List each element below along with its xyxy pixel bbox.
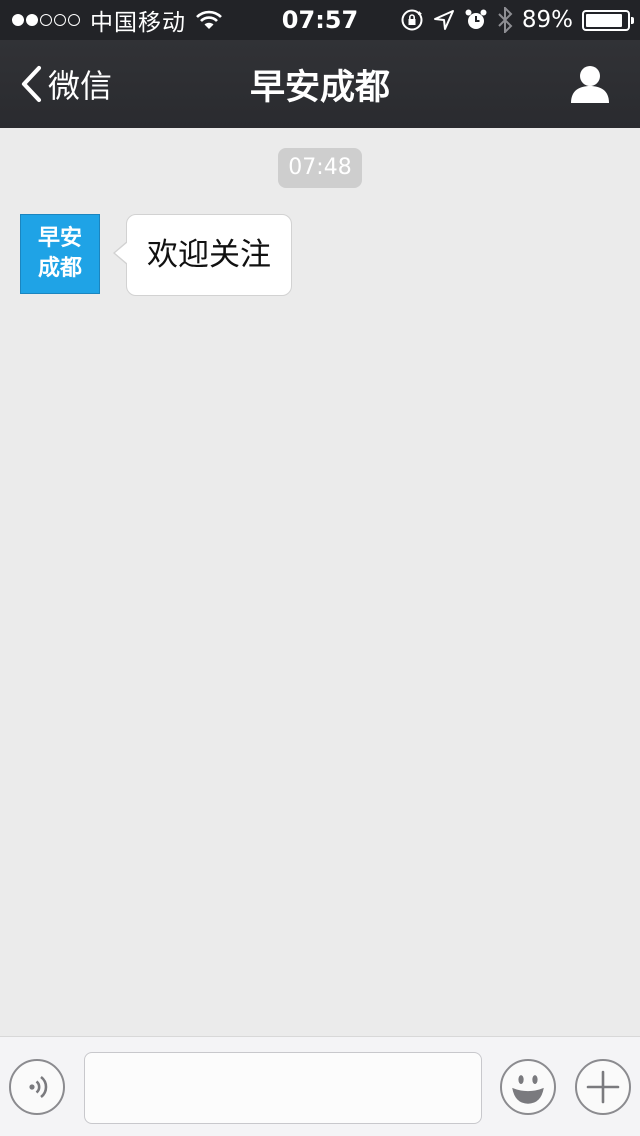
chat-message-area[interactable]: 07:48 早安 成都 欢迎关注 — [0, 128, 640, 1036]
plus-icon — [586, 1070, 620, 1104]
emoji-button[interactable] — [500, 1059, 556, 1115]
bluetooth-icon — [498, 7, 513, 33]
back-button[interactable]: 微信 — [20, 61, 112, 107]
person-icon — [571, 66, 609, 103]
emoji-icon — [512, 1075, 544, 1104]
battery-icon — [582, 9, 634, 31]
avatar-text-line1: 早安 — [37, 226, 82, 251]
timestamp-row: 07:48 — [0, 148, 640, 188]
message-timestamp: 07:48 — [278, 148, 362, 188]
alarm-icon — [465, 9, 487, 29]
navigation-bar: 微信 早安成都 — [0, 40, 640, 128]
input-bar — [0, 1036, 640, 1136]
message-text-input[interactable] — [84, 1052, 482, 1124]
message-bubble[interactable]: 欢迎关注 — [113, 214, 292, 296]
battery-percent: 89% — [521, 7, 573, 33]
message-row: 早安 成都 欢迎关注 — [20, 214, 292, 296]
voice-icon — [29, 1075, 48, 1099]
status-right-group: 89% — [400, 0, 634, 40]
rotation-lock-icon — [401, 9, 423, 31]
avatar-text-line2: 成都 — [37, 256, 82, 281]
location-arrow-icon — [433, 10, 454, 30]
chevron-left-icon — [21, 65, 42, 103]
battery-level-fill — [586, 13, 622, 27]
avatar[interactable]: 早安 成都 — [20, 214, 100, 294]
more-options-button[interactable] — [575, 1059, 631, 1115]
wechat-chat-screen: 中国移动 07:57 89% 微信 早安成都 07:48 早安 成都 欢迎关注 — [0, 0, 640, 1136]
voice-button[interactable] — [9, 1059, 65, 1115]
back-label: 微信 — [48, 67, 113, 105]
profile-button[interactable] — [570, 64, 610, 104]
status-bar: 中国移动 07:57 89% — [0, 0, 640, 40]
